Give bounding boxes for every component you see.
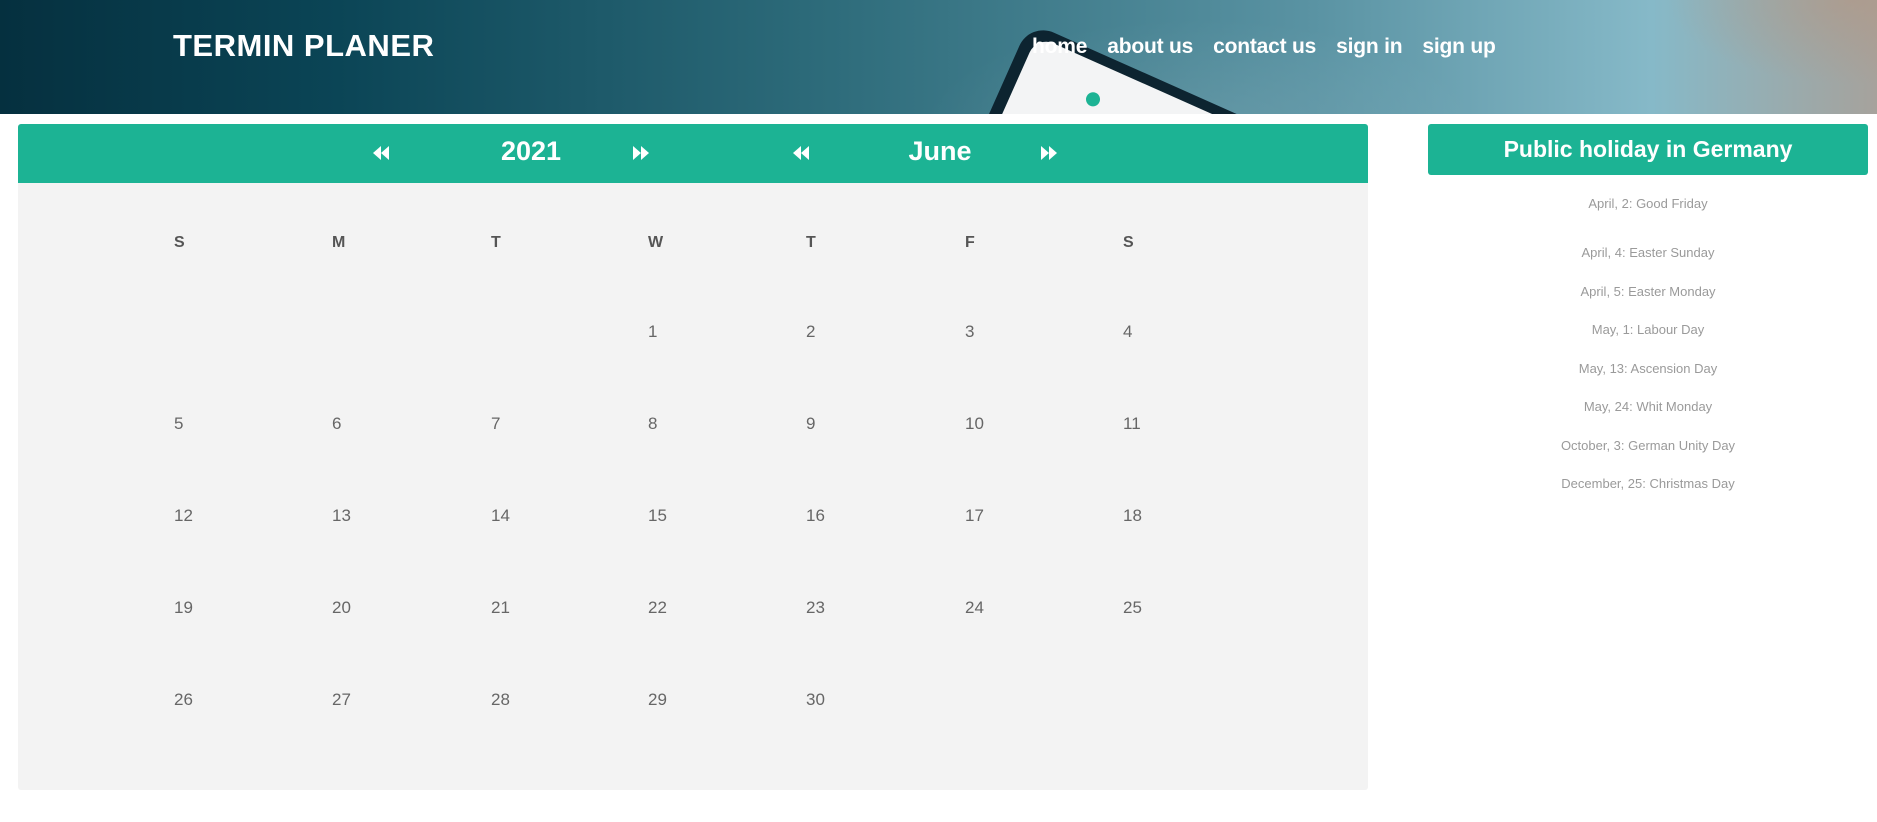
calendar-nav-bar: 2021 June bbox=[18, 124, 1368, 183]
weekday-header: F bbox=[965, 234, 975, 251]
calendar-day[interactable]: 13 bbox=[332, 506, 351, 526]
prev-year-icon[interactable] bbox=[370, 142, 392, 164]
calendar-day[interactable]: 14 bbox=[491, 506, 510, 526]
weekday-header: M bbox=[332, 234, 346, 251]
calendar-day[interactable]: 11 bbox=[1123, 414, 1141, 434]
calendar-day[interactable]: 3 bbox=[965, 322, 974, 342]
calendar: 2021 June S M T W T F S 1 2 3 4 5 6 7 8 9 10 11 12 13 14 15 16… bbox=[18, 124, 1368, 790]
holiday-item: April, 4: Easter Sunday bbox=[1581, 245, 1715, 260]
main-nav: home about us contact us sign in sign up bbox=[1032, 35, 1516, 59]
holiday-item: May, 1: Labour Day bbox=[1591, 322, 1705, 337]
calendar-day[interactable]: 17 bbox=[965, 506, 984, 526]
calendar-day[interactable]: 2 bbox=[806, 322, 815, 342]
calendar-day[interactable]: 5 bbox=[174, 414, 183, 434]
nav-about-us[interactable]: about us bbox=[1107, 35, 1193, 59]
holiday-header: Public holiday in Germany bbox=[1428, 124, 1868, 175]
holiday-item: October, 3: German Unity Day bbox=[1560, 438, 1736, 453]
calendar-day[interactable]: 26 bbox=[174, 690, 193, 710]
calendar-day[interactable]: 22 bbox=[648, 598, 667, 618]
next-month-icon[interactable] bbox=[1038, 142, 1060, 164]
weekday-header: S bbox=[174, 234, 185, 251]
weekday-header: T bbox=[491, 234, 501, 251]
year-label: 2021 bbox=[500, 136, 562, 166]
nav-sign-up[interactable]: sign up bbox=[1422, 35, 1495, 59]
calendar-day[interactable]: 6 bbox=[332, 414, 341, 434]
calendar-day[interactable]: 12 bbox=[174, 506, 193, 526]
weekday-header: S bbox=[1123, 234, 1134, 251]
holiday-panel: Public holiday in Germany April, 2: Good… bbox=[1428, 124, 1868, 491]
calendar-day[interactable]: 30 bbox=[806, 690, 825, 710]
holiday-item: December, 25: Christmas Day bbox=[1561, 476, 1735, 491]
nav-home[interactable]: home bbox=[1032, 35, 1087, 59]
nav-contact-us[interactable]: contact us bbox=[1213, 35, 1316, 59]
calendar-day[interactable]: 15 bbox=[648, 506, 667, 526]
calendar-day[interactable]: 8 bbox=[648, 414, 657, 434]
next-year-icon[interactable] bbox=[630, 142, 652, 164]
header-banner: TERMIN PLANER home about us contact us s… bbox=[0, 0, 1877, 114]
holiday-item: April, 5: Easter Monday bbox=[1580, 284, 1716, 299]
calendar-day[interactable]: 9 bbox=[806, 414, 815, 434]
phone-dot bbox=[1083, 90, 1103, 109]
calendar-day[interactable]: 23 bbox=[806, 598, 825, 618]
holiday-item: April, 2: Good Friday bbox=[1588, 196, 1708, 211]
month-label: June bbox=[908, 136, 972, 166]
weekday-header: W bbox=[648, 234, 664, 251]
brand-logo[interactable]: TERMIN PLANER bbox=[173, 28, 434, 64]
calendar-day[interactable]: 21 bbox=[491, 598, 510, 618]
prev-month-icon[interactable] bbox=[790, 142, 812, 164]
calendar-day[interactable]: 27 bbox=[332, 690, 351, 710]
calendar-day[interactable]: 16 bbox=[806, 506, 825, 526]
holiday-item: May, 13: Ascension Day bbox=[1578, 361, 1718, 376]
calendar-day[interactable]: 1 bbox=[648, 322, 657, 342]
holiday-item: May, 24: Whit Monday bbox=[1583, 399, 1713, 414]
calendar-day[interactable]: 28 bbox=[491, 690, 510, 710]
calendar-day[interactable]: 20 bbox=[332, 598, 351, 618]
calendar-day[interactable]: 25 bbox=[1123, 598, 1142, 618]
calendar-day[interactable]: 7 bbox=[491, 414, 500, 434]
weekday-header: T bbox=[806, 234, 816, 251]
nav-sign-in[interactable]: sign in bbox=[1336, 35, 1402, 59]
calendar-day[interactable]: 19 bbox=[174, 598, 193, 618]
calendar-day[interactable]: 18 bbox=[1123, 506, 1142, 526]
calendar-day[interactable]: 10 bbox=[965, 414, 984, 434]
calendar-day[interactable]: 29 bbox=[648, 690, 667, 710]
calendar-day[interactable]: 24 bbox=[965, 598, 984, 618]
calendar-day[interactable]: 4 bbox=[1123, 322, 1132, 342]
